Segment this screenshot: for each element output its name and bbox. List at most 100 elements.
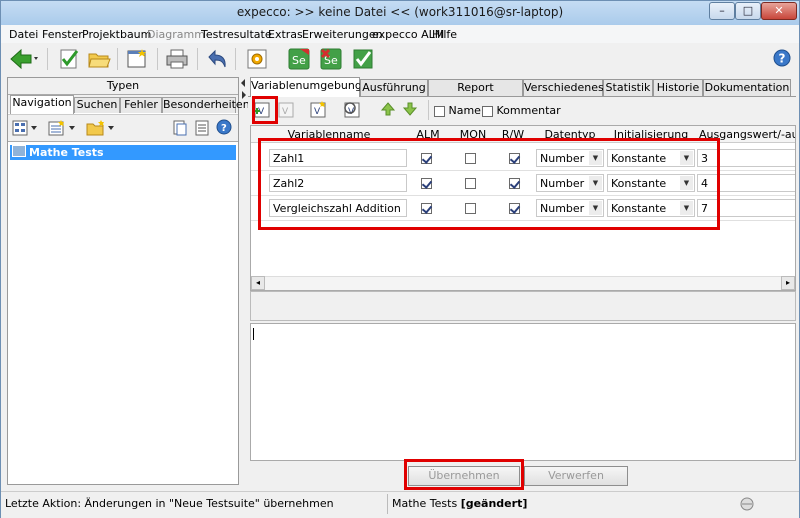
tree-item-mathe-tests[interactable]: Mathe Tests [10, 145, 236, 160]
chevron-down-icon[interactable]: ▼ [680, 176, 693, 190]
checkbox[interactable] [421, 177, 432, 189]
column-header-ausgangswert[interactable]: Ausgangswert/-ausd [699, 128, 795, 141]
tree-view-icon[interactable] [12, 119, 40, 140]
menu-testresultate[interactable]: Testresultate [201, 28, 272, 41]
checkbox[interactable] [465, 152, 476, 164]
maximize-button[interactable]: □ [735, 2, 761, 20]
menu-diagramm[interactable]: Diagramm [147, 28, 205, 41]
add-variable-icon[interactable]: V [252, 100, 272, 123]
new-window-icon[interactable] [125, 47, 149, 71]
mon-checkbox[interactable] [465, 146, 476, 170]
checkmark-icon[interactable] [351, 47, 375, 71]
datentyp-dropdown[interactable]: Number ▼ [536, 174, 604, 192]
datentyp-dropdown[interactable]: Number ▼ [536, 149, 604, 167]
variable-name-cell[interactable]: Zahl2 [269, 174, 407, 192]
checkbox[interactable] [421, 202, 432, 214]
scroll-right-button[interactable]: ▸ [781, 276, 795, 290]
alm-checkbox[interactable] [421, 171, 432, 195]
chevron-down-icon[interactable]: ▼ [589, 176, 602, 190]
tab-historie[interactable]: Historie [653, 79, 703, 96]
help-icon[interactable]: ? [216, 119, 232, 138]
mon-checkbox[interactable] [465, 171, 476, 195]
chevron-down-icon[interactable]: ▼ [589, 151, 602, 165]
tab-verschiedenes[interactable]: Verschiedenes [523, 79, 604, 96]
checkbox[interactable] [421, 152, 432, 164]
checkbox[interactable] [509, 152, 520, 164]
column-header-alm[interactable]: ALM [411, 128, 445, 141]
chevron-down-icon[interactable]: ▼ [680, 201, 693, 215]
arrow-up-icon[interactable] [380, 101, 396, 120]
close-button[interactable]: ✕ [761, 2, 797, 20]
tab-variablenumgebung[interactable]: Variablenumgebung [250, 77, 362, 97]
checkbox[interactable] [465, 177, 476, 189]
checkmark-icon[interactable] [57, 47, 81, 71]
menu-erweiterungen[interactable]: Erweiterungen [302, 28, 383, 41]
alm-checkbox[interactable] [421, 196, 432, 220]
selenium-remove-icon[interactable]: Se [319, 47, 343, 71]
panel-splitter[interactable] [240, 77, 248, 485]
comment-textarea[interactable] [250, 323, 796, 461]
back-arrow-icon[interactable] [9, 47, 38, 71]
initialisierung-dropdown[interactable]: Konstante ▼ [607, 199, 695, 217]
mon-checkbox[interactable] [465, 196, 476, 220]
alm-checkbox[interactable] [421, 146, 432, 170]
ausgangswert-cell[interactable]: 3 [697, 149, 795, 167]
menu-projektbaum[interactable]: Projektbaum [82, 28, 151, 41]
initialisierung-dropdown[interactable]: Konstante ▼ [607, 149, 695, 167]
column-header-datentyp[interactable]: Datentyp [537, 128, 603, 141]
printer-icon[interactable] [165, 47, 189, 71]
checkbox[interactable] [509, 177, 520, 189]
tab-besonderheiten[interactable]: Besonderheiten [162, 97, 250, 113]
discard-button[interactable]: Verwerfen [524, 466, 628, 486]
variable-star-icon[interactable]: V [308, 100, 328, 123]
tab-fehler[interactable]: Fehler [120, 97, 162, 113]
filter-name-checkbox[interactable]: Name [434, 104, 481, 117]
variable-icon[interactable]: V [276, 100, 296, 123]
new-folder-icon[interactable] [86, 119, 118, 140]
settings-icon[interactable] [245, 47, 269, 71]
tab-navigation[interactable]: Navigation [10, 95, 74, 114]
initialisierung-dropdown[interactable]: Konstante ▼ [607, 174, 695, 192]
variable-name-cell[interactable]: Vergleichszahl Addition [269, 199, 407, 217]
tab-suchen[interactable]: Suchen [74, 97, 120, 113]
datentyp-dropdown[interactable]: Number ▼ [536, 199, 604, 217]
checkbox[interactable] [509, 202, 520, 214]
column-header-rw[interactable]: R/W [497, 128, 529, 141]
table-row[interactable]: Vergleichszahl Addition Number ▼ Konstant… [251, 196, 795, 221]
collapse-icon[interactable] [194, 119, 210, 140]
rw-checkbox[interactable] [509, 146, 520, 170]
filter-comment-checkbox[interactable]: Kommentar [482, 104, 561, 117]
undo-arrow-icon[interactable] [205, 47, 229, 71]
checkbox[interactable] [465, 202, 476, 214]
checkbox[interactable] [482, 105, 493, 117]
menu-datei[interactable]: Datei [9, 28, 38, 41]
minimize-button[interactable]: – [709, 2, 735, 20]
copy-icon[interactable] [172, 119, 188, 140]
ausgangswert-cell[interactable]: 7 [697, 199, 795, 217]
help-icon[interactable]: ? [773, 49, 791, 67]
column-header-mon[interactable]: MON [455, 128, 491, 141]
chevron-down-icon[interactable]: ▼ [589, 201, 602, 215]
rw-checkbox[interactable] [509, 196, 520, 220]
variable-name-cell[interactable]: Zahl1 [269, 149, 407, 167]
ausgangswert-cell[interactable]: 4 [697, 174, 795, 192]
column-header-variablenname[interactable]: Variablenname [271, 128, 387, 141]
selenium-icon[interactable]: Se [287, 47, 311, 71]
tab-ausfuehrung[interactable]: Ausführung [360, 79, 428, 96]
horizontal-scrollbar[interactable] [265, 276, 781, 290]
new-item-icon[interactable] [48, 119, 78, 140]
tab-statistik[interactable]: Statistik [603, 79, 653, 96]
arrow-down-icon[interactable] [402, 101, 418, 120]
table-row[interactable]: Zahl1 Number ▼ Konstante ▼ 3 [251, 146, 795, 171]
column-header-initialisierung[interactable]: Initialisierung [607, 128, 695, 141]
rw-checkbox[interactable] [509, 171, 520, 195]
menu-extras[interactable]: Extras [268, 28, 303, 41]
chevron-down-icon[interactable]: ▼ [680, 151, 693, 165]
menu-fenster[interactable]: Fenster [42, 28, 83, 41]
tab-typen[interactable]: Typen [8, 78, 238, 95]
tab-report-parameter[interactable]: Report Parameter [428, 79, 523, 109]
open-folder-icon[interactable] [87, 47, 111, 71]
menu-hilfe[interactable]: Hilfe [432, 28, 457, 41]
table-row[interactable]: Zahl2 Number ▼ Konstante ▼ 4 [251, 171, 795, 196]
scroll-left-button[interactable]: ◂ [251, 276, 265, 290]
